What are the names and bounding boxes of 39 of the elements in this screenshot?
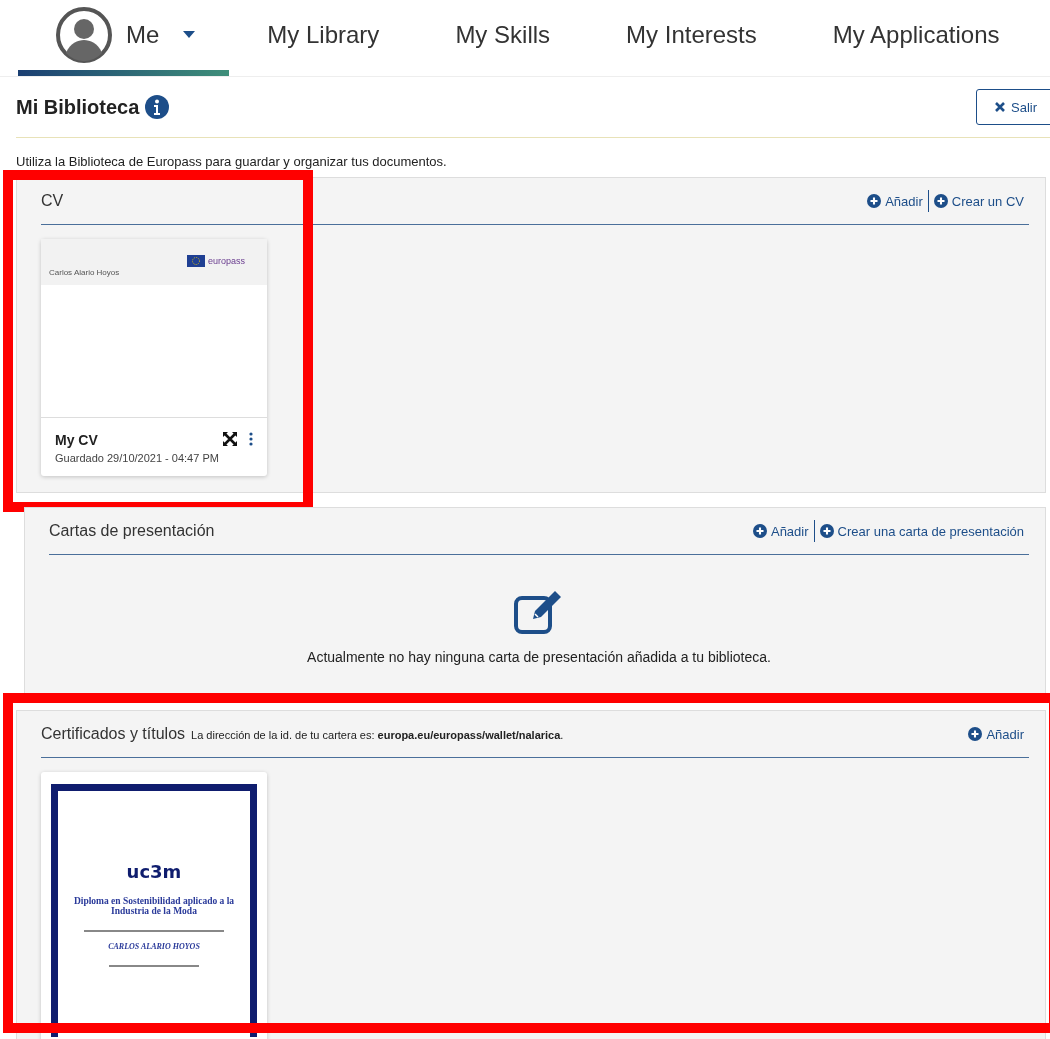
diploma-logo: uc3m: [126, 861, 182, 882]
nav-tab[interactable]: My Skills: [417, 0, 589, 76]
caret-icon: [183, 31, 196, 39]
profile-tab[interactable]: Me: [18, 0, 230, 76]
more-icon: [248, 432, 253, 446]
nav-tab[interactable]: My Library: [229, 0, 418, 76]
create-link[interactable]: Crear un CV: [928, 193, 1029, 209]
info-icon: [145, 95, 170, 119]
section-title: Cartas de presentación: [49, 522, 215, 540]
nav-tab[interactable]: My Applications: [794, 0, 1038, 76]
section-title: Certificados y títulos: [41, 725, 186, 743]
close-icon: [995, 102, 1005, 112]
plus-icon: [968, 727, 983, 741]
empty-message: Actualmente no hay ninguna carta de presentación añadida a tu biblioteca.: [307, 649, 771, 665]
flag-icon: [186, 255, 205, 267]
document-card[interactable]: Carlos Alario Hoyos europass My CV Guardado 29/10/2021 - 04:47 PM: [41, 239, 267, 476]
nav-tab[interactable]: My Interests: [588, 0, 795, 76]
plus-icon: [867, 194, 882, 208]
certificate-card[interactable]: uc3m Diploma en Sostenibilidad aplicado a la Industria de la Moda CARLOS ALARIO HOYOS: [41, 772, 267, 1039]
plus-icon: [752, 524, 767, 538]
add-link[interactable]: Añadir: [862, 193, 928, 209]
intro-text: Utiliza la Biblioteca de Europass para guardar y organizar tus documentos.: [16, 154, 448, 169]
logo-text: europass: [207, 256, 245, 266]
holder-name: CARLOS ALARIO HOYOS: [108, 942, 200, 951]
plus-icon: [819, 524, 834, 538]
preview-name: Carlos Alario Hoyos: [49, 268, 120, 277]
avatar-icon: [56, 7, 112, 63]
document-name: My CV: [55, 432, 99, 448]
section-title: CV: [41, 192, 64, 210]
exit-button[interactable]: Salir: [976, 89, 1050, 125]
saved-date: Guardado 29/10/2021 - 04:47 PM: [55, 452, 219, 464]
add-link[interactable]: Añadir: [747, 523, 814, 539]
plus-icon: [933, 194, 948, 208]
add-link[interactable]: Añadir: [963, 726, 1029, 742]
wallet-note: La dirección de la id. de tu cartera es: europa.eu/europass/wallet/nalarica.: [191, 729, 564, 741]
create-link[interactable]: Crear una carta de presentación: [814, 523, 1029, 539]
page-title: Mi Biblioteca: [16, 95, 140, 119]
diploma-title: Diploma en Sostenibilidad aplicado a la Industria de la Moda: [72, 896, 236, 916]
expand-icon: [222, 432, 237, 446]
